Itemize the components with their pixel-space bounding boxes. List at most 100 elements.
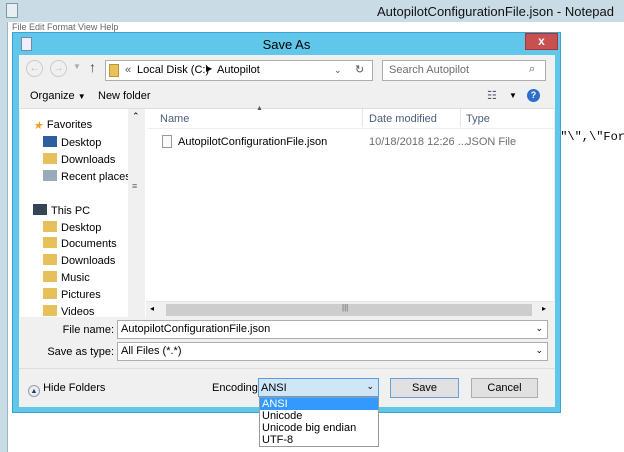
chevron-up-icon: ▲: [28, 385, 40, 397]
view-dropdown-icon[interactable]: ▼: [509, 91, 517, 100]
scroll-up-icon[interactable]: ⌃: [132, 111, 140, 122]
scroll-thumb[interactable]: ≡: [132, 181, 137, 191]
encoding-value: ANSI: [261, 382, 287, 394]
recent-dropdown-icon[interactable]: ▼: [73, 62, 81, 71]
breadcrumb-separator-icon[interactable]: ▶: [206, 64, 212, 73]
hide-folders-label: Hide Folders: [43, 382, 106, 394]
file-type: JSON File: [466, 136, 517, 148]
help-icon[interactable]: ?: [527, 89, 540, 102]
desktop-icon: [43, 136, 57, 147]
refresh-icon[interactable]: ↻: [355, 63, 364, 76]
horizontal-scrollbar[interactable]: ◂ ||| ▸: [146, 301, 554, 318]
dialog-body: ← → ▼ ↑ « Local Disk (C:) ▶ Autopilot ⌄ …: [19, 55, 555, 407]
chevron-down-icon[interactable]: ⌄: [535, 345, 543, 356]
column-date-modified[interactable]: Date modified: [369, 113, 437, 125]
search-icon[interactable]: ⌕: [529, 63, 535, 76]
nav-label: Desktop: [61, 222, 102, 234]
encoding-option-unicode[interactable]: Unicode: [260, 410, 378, 422]
back-icon[interactable]: ←: [26, 60, 43, 77]
address-bar[interactable]: « Local Disk (C:) ▶ Autopilot ⌄ ↻: [105, 60, 373, 81]
up-arrow-icon[interactable]: ↑: [89, 59, 96, 75]
column-type[interactable]: Type: [466, 113, 490, 125]
forward-icon[interactable]: →: [50, 60, 67, 77]
nav-pc-documents[interactable]: Documents: [43, 237, 117, 250]
nav-label: Recent places: [61, 171, 131, 183]
new-folder-button[interactable]: New folder: [98, 90, 151, 102]
dialog-title: Save As: [262, 37, 311, 52]
header-divider: [148, 128, 554, 129]
sort-ascending-icon: ▲: [256, 105, 263, 112]
nav-pc-downloads[interactable]: Downloads: [43, 254, 115, 267]
notepad-icon: [6, 3, 18, 18]
file-name: AutopilotConfigurationFile.json: [178, 136, 328, 148]
downloads-icon: [43, 254, 57, 265]
nav-label: Favorites: [46, 119, 93, 131]
scroll-right-icon[interactable]: ▸: [542, 304, 546, 313]
encoding-option-unicode-big-endian[interactable]: Unicode big endian: [260, 422, 378, 434]
hide-folders-button[interactable]: ▲ Hide Folders: [28, 382, 105, 397]
nav-label: Documents: [61, 238, 117, 250]
pictures-icon: [43, 288, 57, 299]
nav-label: Videos: [61, 306, 95, 318]
encoding-select[interactable]: ANSI ⌄: [258, 378, 379, 397]
computer-icon: [33, 204, 47, 215]
folder-icon: [43, 221, 57, 232]
nav-this-pc[interactable]: This PC: [33, 204, 90, 217]
save-button[interactable]: Save: [390, 378, 459, 398]
nav-pc-desktop[interactable]: Desktop: [43, 221, 101, 234]
nav-fav-desktop[interactable]: Desktop: [43, 136, 101, 149]
column-name[interactable]: Name: [160, 113, 189, 125]
nav-fav-recent-places[interactable]: Recent places: [43, 170, 131, 183]
view-options-icon[interactable]: ☷: [487, 89, 497, 102]
nav-label: Desktop: [61, 137, 102, 149]
divider: [19, 368, 555, 369]
encoding-label: Encoding:: [212, 382, 261, 394]
scroll-left-icon[interactable]: ◂: [150, 304, 154, 313]
nav-label: This PC: [51, 205, 91, 217]
chevron-down-icon[interactable]: ⌄: [535, 323, 543, 334]
videos-icon: [43, 305, 57, 316]
browser-pane: ★ Favorites Desktop Downloads Recent plac…: [20, 105, 554, 318]
music-icon: [43, 271, 57, 282]
nav-pc-music[interactable]: Music: [43, 271, 90, 284]
address-dropdown-icon[interactable]: ⌄: [334, 65, 342, 76]
notepad-title: AutopilotConfigurationFile.json - Notepa…: [376, 4, 614, 19]
nav-pc-pictures[interactable]: Pictures: [43, 288, 101, 301]
nav-label: Downloads: [61, 154, 116, 166]
file-date: 10/18/2018 12:26 ...: [369, 136, 467, 148]
notepad-text[interactable]: ,"\",\"Forc: [553, 130, 624, 144]
breadcrumb-autopilot[interactable]: Autopilot: [217, 64, 260, 76]
organize-label: Organize: [30, 90, 75, 102]
cancel-button[interactable]: Cancel: [471, 378, 538, 398]
search-placeholder: Search Autopilot: [389, 64, 470, 76]
file-icon: [162, 135, 172, 148]
documents-icon: [43, 237, 57, 248]
breadcrumb-local-disk[interactable]: Local Disk (C:): [137, 64, 209, 76]
column-divider[interactable]: [362, 109, 363, 127]
column-divider[interactable]: [460, 109, 461, 127]
downloads-icon: [43, 153, 57, 164]
encoding-option-utf8[interactable]: UTF-8: [260, 434, 378, 446]
folder-icon: [109, 64, 119, 77]
nav-fav-downloads[interactable]: Downloads: [43, 153, 115, 166]
nav-label: Downloads: [61, 255, 116, 267]
recent-places-icon: [43, 170, 57, 181]
save-as-type-select[interactable]: All Files (*.*) ⌄: [117, 342, 548, 361]
file-name-input[interactable]: AutopilotConfigurationFile.json ⌄: [117, 320, 548, 339]
close-button[interactable]: x: [525, 33, 558, 50]
nav-favorites[interactable]: ★ Favorites: [33, 119, 92, 132]
scroll-thumb[interactable]: |||: [166, 303, 532, 316]
save-as-type-value: All Files (*.*): [121, 345, 182, 357]
nav-label: Pictures: [61, 289, 101, 301]
encoding-option-ansi[interactable]: ANSI: [260, 398, 378, 410]
nav-pc-videos[interactable]: Videos: [43, 305, 94, 318]
organize-button[interactable]: Organize ▼: [30, 90, 86, 102]
search-input[interactable]: Search Autopilot ⌕: [382, 60, 546, 81]
chevron-down-icon[interactable]: ⌄: [366, 381, 374, 392]
file-row[interactable]: AutopilotConfigurationFile.json 10/18/20…: [148, 133, 554, 151]
file-name-value: AutopilotConfigurationFile.json: [121, 323, 271, 335]
address-overflow[interactable]: «: [125, 64, 131, 76]
save-as-type-label: Save as type:: [47, 346, 114, 358]
nav-scrollbar[interactable]: ⌃ ≡: [128, 109, 145, 318]
encoding-dropdown-list: ANSI Unicode Unicode big endian UTF-8: [259, 397, 379, 447]
